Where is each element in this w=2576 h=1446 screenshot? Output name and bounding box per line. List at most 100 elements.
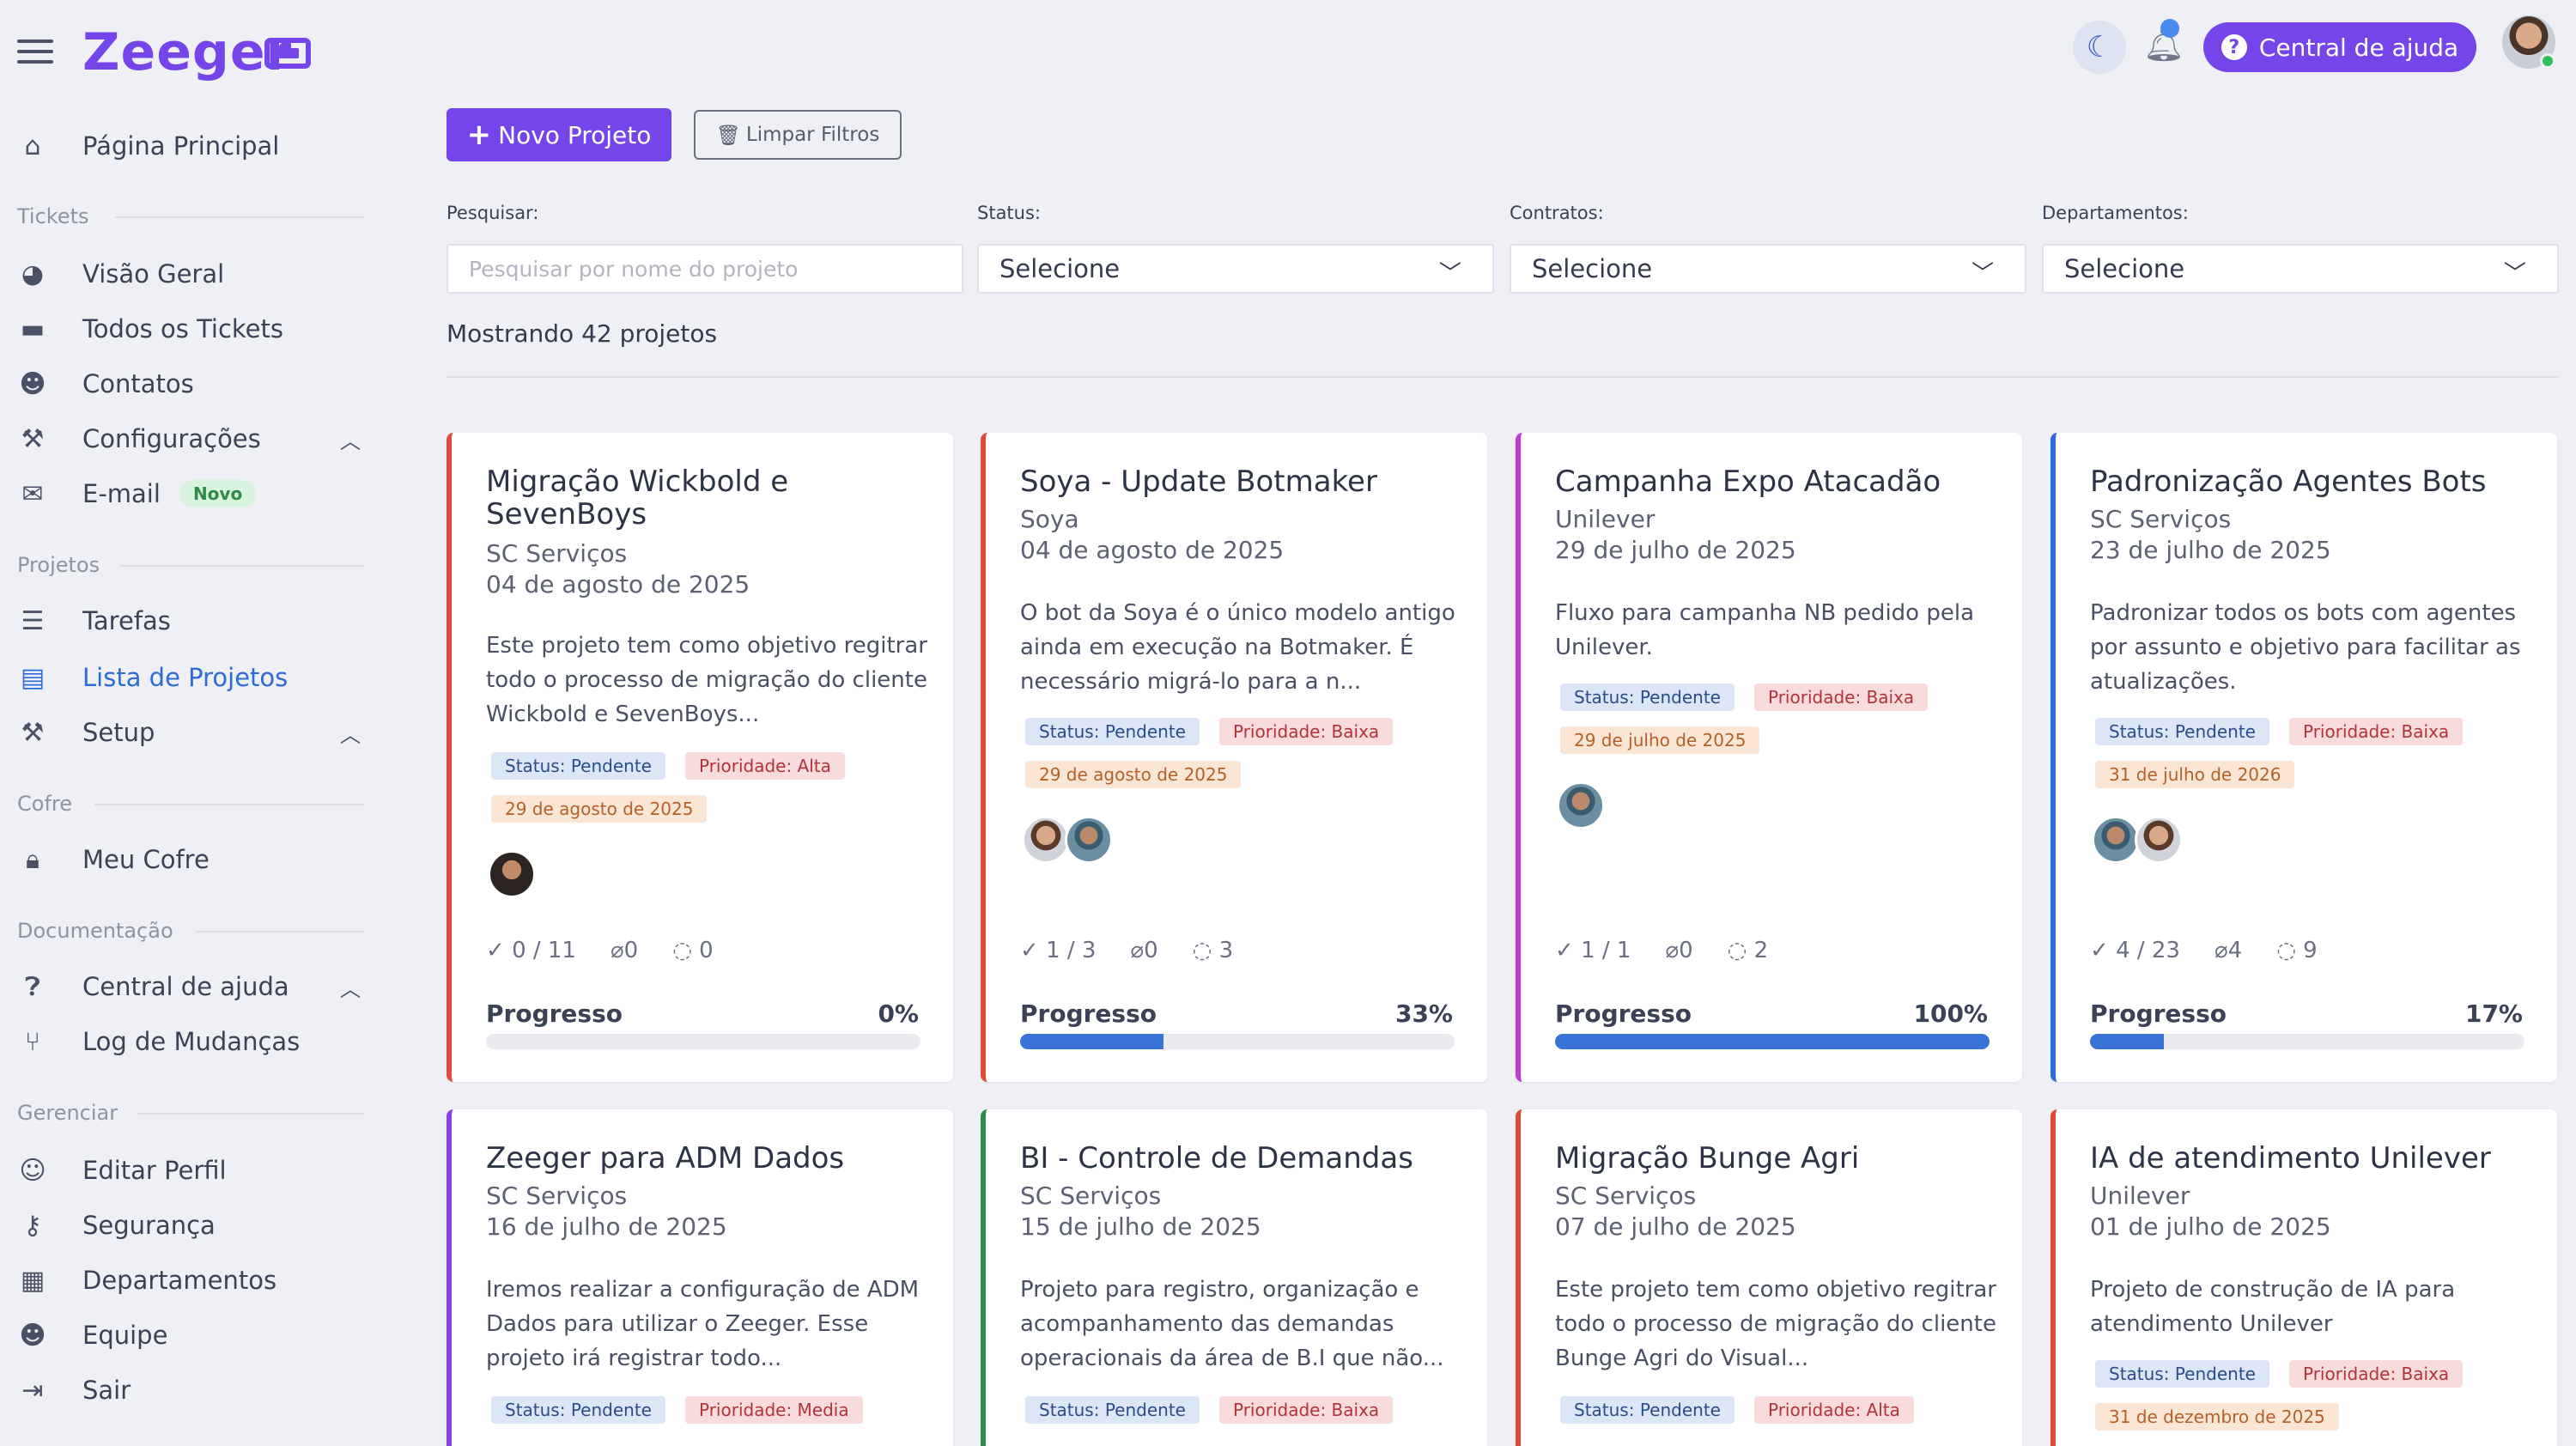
avatar[interactable]	[2135, 816, 2183, 864]
project-client: Unilever	[2090, 1182, 2190, 1210]
status-select[interactable]: Selecione ﹀	[977, 244, 1494, 294]
sidebar-item-sair[interactable]: ⇥ Sair	[17, 1369, 131, 1412]
project-stats: ✓ 1 / 3 ⌀0 ◌ 3	[1020, 938, 1267, 963]
chevron-up-icon[interactable]: ︿	[340, 972, 361, 1002]
sidebar-item-email[interactable]: ✉ E-mail Novo	[17, 472, 257, 515]
project-client: Unilever	[1555, 505, 1656, 533]
priority-badge: Prioridade: Baixa	[1754, 684, 1929, 711]
project-date: 16 de julho de 2025	[486, 1212, 727, 1241]
sidebar-item-editar-perfil[interactable]: ☺ Editar Perfil	[17, 1149, 226, 1192]
project-card[interactable]: Soya - Update Botmaker Soya 04 de agosto…	[981, 433, 1487, 1082]
lock-icon: 🔒︎	[26, 844, 39, 875]
sidebar-item-meu-cofre[interactable]: 🔒︎ Meu Cofre	[17, 838, 210, 881]
search-input[interactable]: Pesquisar por nome do projeto	[447, 244, 963, 294]
new-project-button[interactable]: + Novo Projeto	[447, 108, 671, 161]
sidebar-item-visao-geral[interactable]: ◕ Visão Geral	[17, 252, 224, 295]
avatar[interactable]	[1022, 816, 1070, 864]
progress-label: Progresso	[1555, 999, 1692, 1028]
section-projetos: Projetos	[17, 553, 100, 577]
search-label: Pesquisar:	[447, 203, 539, 223]
project-title[interactable]: IA de atendimento Unilever	[2090, 1142, 2537, 1175]
sidebar-item-tarefas[interactable]: ☰ Tarefas	[17, 599, 171, 642]
project-card[interactable]: Padronização Agentes Bots SC Serviços 23…	[2050, 433, 2557, 1082]
sidebar-item-todos-tickets[interactable]: ▬ Todos os Tickets	[17, 307, 283, 350]
moon-icon: ☾	[2086, 30, 2113, 64]
project-date: 07 de julho de 2025	[1555, 1212, 1796, 1241]
building-icon: ▦	[20, 1265, 46, 1296]
project-title[interactable]: Migração Bunge Agri	[1555, 1142, 2002, 1175]
chevron-up-icon[interactable]: ︿	[340, 424, 361, 454]
project-title[interactable]: Migração Wickbold e SevenBoys	[486, 465, 933, 531]
project-card[interactable]: Migração Wickbold e SevenBoys SC Serviço…	[447, 433, 953, 1082]
sidebar-item-equipe[interactable]: ☻ Equipe	[17, 1314, 167, 1357]
project-card[interactable]: IA de atendimento Unilever Unilever 01 d…	[2050, 1109, 2557, 1446]
project-date: 23 de julho de 2025	[2090, 536, 2331, 564]
user-edit-icon: ☺	[19, 1155, 46, 1186]
progress-value: 17%	[2464, 999, 2523, 1028]
app-logo[interactable]: Zeeger	[82, 22, 292, 82]
sidebar-item-contatos[interactable]: ☻ Contatos	[17, 362, 193, 405]
project-title[interactable]: BI - Controle de Demandas	[1020, 1142, 1467, 1175]
sidebar-item-seguranca[interactable]: ⚷ Segurança	[17, 1204, 216, 1247]
project-title[interactable]: Padronização Agentes Bots	[2090, 465, 2537, 498]
priority-badge: Prioridade: Baixa	[2289, 1360, 2464, 1388]
pie-chart-icon: ◕	[21, 258, 45, 289]
sidebar-item-log-mudancas[interactable]: ⑂ Log de Mudanças	[17, 1020, 300, 1063]
status-label: Status:	[977, 203, 1041, 223]
project-title[interactable]: Campanha Expo Atacadão	[1555, 465, 2002, 498]
project-client: SC Serviços	[2090, 505, 2232, 533]
sidebar-item-central-ajuda[interactable]: ❓︎ Central de ajuda	[17, 965, 289, 1008]
menu-icon[interactable]	[17, 39, 53, 64]
progress-value: 0%	[878, 999, 919, 1028]
sidebar-item-setup[interactable]: ⚒ Setup	[17, 711, 155, 754]
priority-badge: Prioridade: Baixa	[1219, 718, 1394, 745]
project-stats: ✓ 1 / 1 ⌀0 ◌ 2	[1555, 938, 1802, 963]
check-icon: ✓ 1 / 3	[1020, 938, 1097, 963]
code-branch-icon: ⑂	[25, 1026, 40, 1057]
sidebar-item-configuracoes[interactable]: ⚒ Configurações	[17, 417, 261, 460]
chevron-down-icon: ﹀	[1438, 261, 1461, 287]
avatar[interactable]	[488, 850, 536, 898]
check-icon: ✓ 4 / 23	[2090, 938, 2180, 963]
project-card[interactable]: BI - Controle de Demandas SC Serviços 15…	[981, 1109, 1487, 1446]
project-client: SC Serviços	[1020, 1182, 1162, 1210]
project-client: Soya	[1020, 505, 1079, 533]
project-title[interactable]: Zeeger para ADM Dados	[486, 1142, 933, 1175]
project-description: Este projeto tem como objetivo regitrar …	[486, 633, 927, 727]
sidebar-item-home[interactable]: ⌂ Página Principal	[17, 125, 279, 167]
progress-bar	[1020, 1034, 1455, 1049]
new-badge: Novo	[179, 480, 257, 507]
wrench-icon: ⚒	[21, 423, 45, 454]
priority-badge: Prioridade: Alta	[685, 752, 845, 780]
avatar[interactable]	[2092, 816, 2140, 864]
project-card[interactable]: Campanha Expo Atacadão Unilever 29 de ju…	[1516, 433, 2022, 1082]
avatar[interactable]	[1065, 816, 1113, 864]
chevron-down-icon: ﹀	[2503, 261, 2526, 287]
project-description: Projeto para registro, organização e aco…	[1020, 1277, 1444, 1371]
wrench-icon: ⚒	[21, 717, 45, 748]
project-card[interactable]: Zeeger para ADM Dados SC Serviços 16 de …	[447, 1109, 953, 1446]
status-badge: Status: Pendente	[1025, 1396, 1200, 1424]
due-date-badge: 31 de julho de 2026	[2095, 761, 2295, 788]
chevron-down-icon: ﹀	[1971, 261, 1994, 287]
project-date: 01 de julho de 2025	[2090, 1212, 2331, 1241]
sidebar-item-lista-projetos[interactable]: ▤ Lista de Projetos	[17, 656, 288, 699]
question-circle-icon: ❓︎	[24, 971, 41, 1002]
project-card[interactable]: Migração Bunge Agri SC Serviços 07 de ju…	[1516, 1109, 2022, 1446]
chevron-up-icon[interactable]: ︿	[340, 718, 361, 748]
clear-filters-button[interactable]: 🗑︎ Limpar Filtros	[694, 110, 902, 160]
project-date: 29 de julho de 2025	[1555, 536, 1796, 564]
avatar[interactable]	[1557, 781, 1605, 829]
priority-badge: Prioridade: Baixa	[1219, 1396, 1394, 1424]
progress-bar	[1555, 1034, 1990, 1049]
progress-bar	[2090, 1034, 2524, 1049]
dark-mode-toggle[interactable]: ☾	[2073, 21, 2126, 74]
contracts-select[interactable]: Selecione ﹀	[1510, 244, 2026, 294]
project-title[interactable]: Soya - Update Botmaker	[1020, 465, 1467, 498]
progress-label: Progresso	[1020, 999, 1157, 1028]
sidebar-item-departamentos[interactable]: ▦ Departamentos	[17, 1259, 276, 1302]
progress-bar	[486, 1034, 920, 1049]
project-description: Iremos realizar a configuração de ADM Da…	[486, 1277, 920, 1371]
help-center-button[interactable]: ? Central de ajuda	[2203, 22, 2476, 72]
departments-select[interactable]: Selecione ﹀	[2042, 244, 2559, 294]
